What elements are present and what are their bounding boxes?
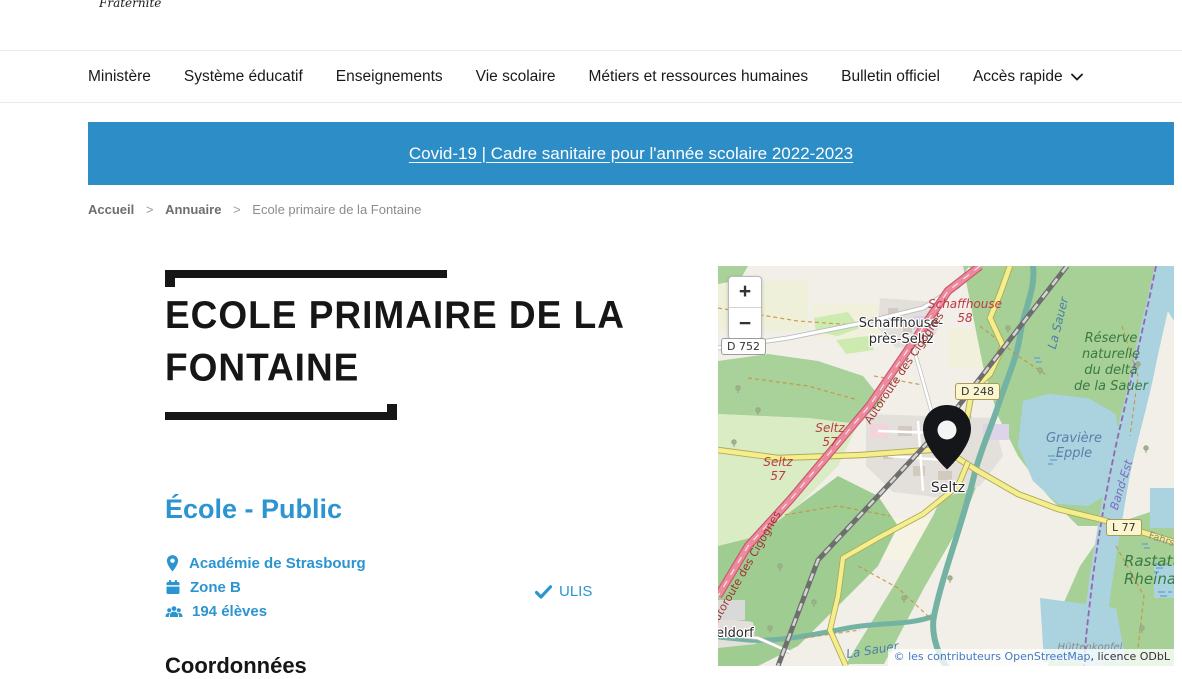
breadcrumb-separator: >: [233, 202, 241, 217]
road-badge-d248: D 248: [955, 383, 1000, 400]
osm-attribution-link[interactable]: © les contributeurs OpenStreetMap: [894, 650, 1091, 663]
ulis-label: ULIS: [559, 583, 592, 600]
calendar-icon: [165, 579, 181, 595]
main-navigation: Ministère Système éducatif Enseignements…: [0, 50, 1182, 103]
fact-label: Zone B: [190, 579, 241, 596]
gouv-logo-motto: Fraternité: [99, 0, 161, 10]
section-heading-coordonnees: Coordonnées: [165, 653, 307, 679]
zoom-out-button[interactable]: −: [729, 308, 761, 339]
svg-text:Schaffhouse: Schaffhouse: [928, 297, 1002, 311]
fact-zone: Zone B: [165, 575, 366, 599]
nav-item-bulletin-officiel[interactable]: Bulletin officiel: [841, 68, 940, 86]
svg-text:Epple: Epple: [1056, 446, 1092, 461]
svg-text:Rastatte: Rastatte: [1124, 552, 1174, 570]
check-icon: [535, 585, 552, 599]
svg-text:naturelle: naturelle: [1082, 347, 1140, 362]
road-badge-l77: L 77: [1106, 519, 1142, 536]
svg-text:Rheinau: Rheinau: [1124, 570, 1174, 588]
nav-item-label: Accès rapide: [973, 68, 1063, 86]
osm-license-text: , licence ODbL: [1091, 650, 1170, 663]
breadcrumb-annuaire[interactable]: Annuaire: [165, 202, 221, 217]
map-attribution: © les contributeurs OpenStreetMap, licen…: [888, 649, 1174, 666]
fact-label: Académie de Strasbourg: [189, 555, 366, 572]
nav-item-metiers-rh[interactable]: Métiers et ressources humaines: [588, 68, 808, 86]
nav-item-acces-rapide[interactable]: Accès rapide: [973, 68, 1083, 86]
ulis-tag: ULIS: [535, 583, 592, 600]
map-zoom-controls: + −: [728, 276, 762, 340]
location-pin-icon: [165, 555, 180, 572]
svg-text:Gravière: Gravière: [1046, 431, 1102, 446]
svg-text:Seltz: Seltz: [763, 455, 793, 469]
fact-eleves: 194 élèves: [165, 599, 366, 623]
svg-text:57: 57: [822, 435, 838, 449]
breadcrumb: Accueil > Annuaire > Ecole primaire de l…: [88, 202, 421, 217]
covid-banner-link[interactable]: Covid-19 | Cadre sanitaire pour l'année …: [409, 144, 853, 164]
svg-text:du delta: du delta: [1084, 363, 1138, 378]
svg-text:Seltz: Seltz: [815, 421, 845, 435]
zoom-in-button[interactable]: +: [729, 277, 761, 308]
svg-text:eldorf: eldorf: [718, 626, 754, 641]
covid-alert-banner: Covid-19 | Cadre sanitaire pour l'année …: [88, 122, 1174, 185]
school-type-status: École - Public: [165, 494, 342, 525]
breadcrumb-separator: >: [146, 202, 154, 217]
breadcrumb-current: Ecole primaire de la Fontaine: [252, 202, 421, 217]
nav-item-enseignements[interactable]: Enseignements: [336, 68, 443, 86]
svg-text:de la Sauer: de la Sauer: [1074, 379, 1150, 394]
breadcrumb-accueil[interactable]: Accueil: [88, 202, 134, 217]
map-canvas: Schaffhouse- près-Seltz Schaffhouse 58 A…: [718, 266, 1174, 666]
nav-item-ministere[interactable]: Ministère: [88, 68, 151, 86]
svg-text:Seltz: Seltz: [931, 480, 965, 496]
chevron-down-icon: [1071, 73, 1083, 81]
page-title: ECOLE PRIMAIRE DE LA FONTAINE: [165, 289, 677, 394]
page: Fraternité Ministère Système éducatif En…: [0, 0, 1182, 666]
school-location-map[interactable]: Schaffhouse- près-Seltz Schaffhouse 58 A…: [718, 266, 1174, 666]
school-facts: Académie de Strasbourg Zone B 194 élèves: [165, 551, 366, 623]
fact-label: 194 élèves: [192, 603, 267, 620]
svg-text:58: 58: [957, 311, 973, 325]
svg-text:57: 57: [770, 469, 786, 483]
road-badge-d752: D 752: [721, 338, 766, 355]
fact-academie: Académie de Strasbourg: [165, 551, 366, 575]
nav-item-vie-scolaire[interactable]: Vie scolaire: [476, 68, 556, 86]
students-icon: [165, 604, 183, 619]
svg-text:Réserve: Réserve: [1085, 331, 1138, 346]
nav-item-systeme-educatif[interactable]: Système éducatif: [184, 68, 303, 86]
